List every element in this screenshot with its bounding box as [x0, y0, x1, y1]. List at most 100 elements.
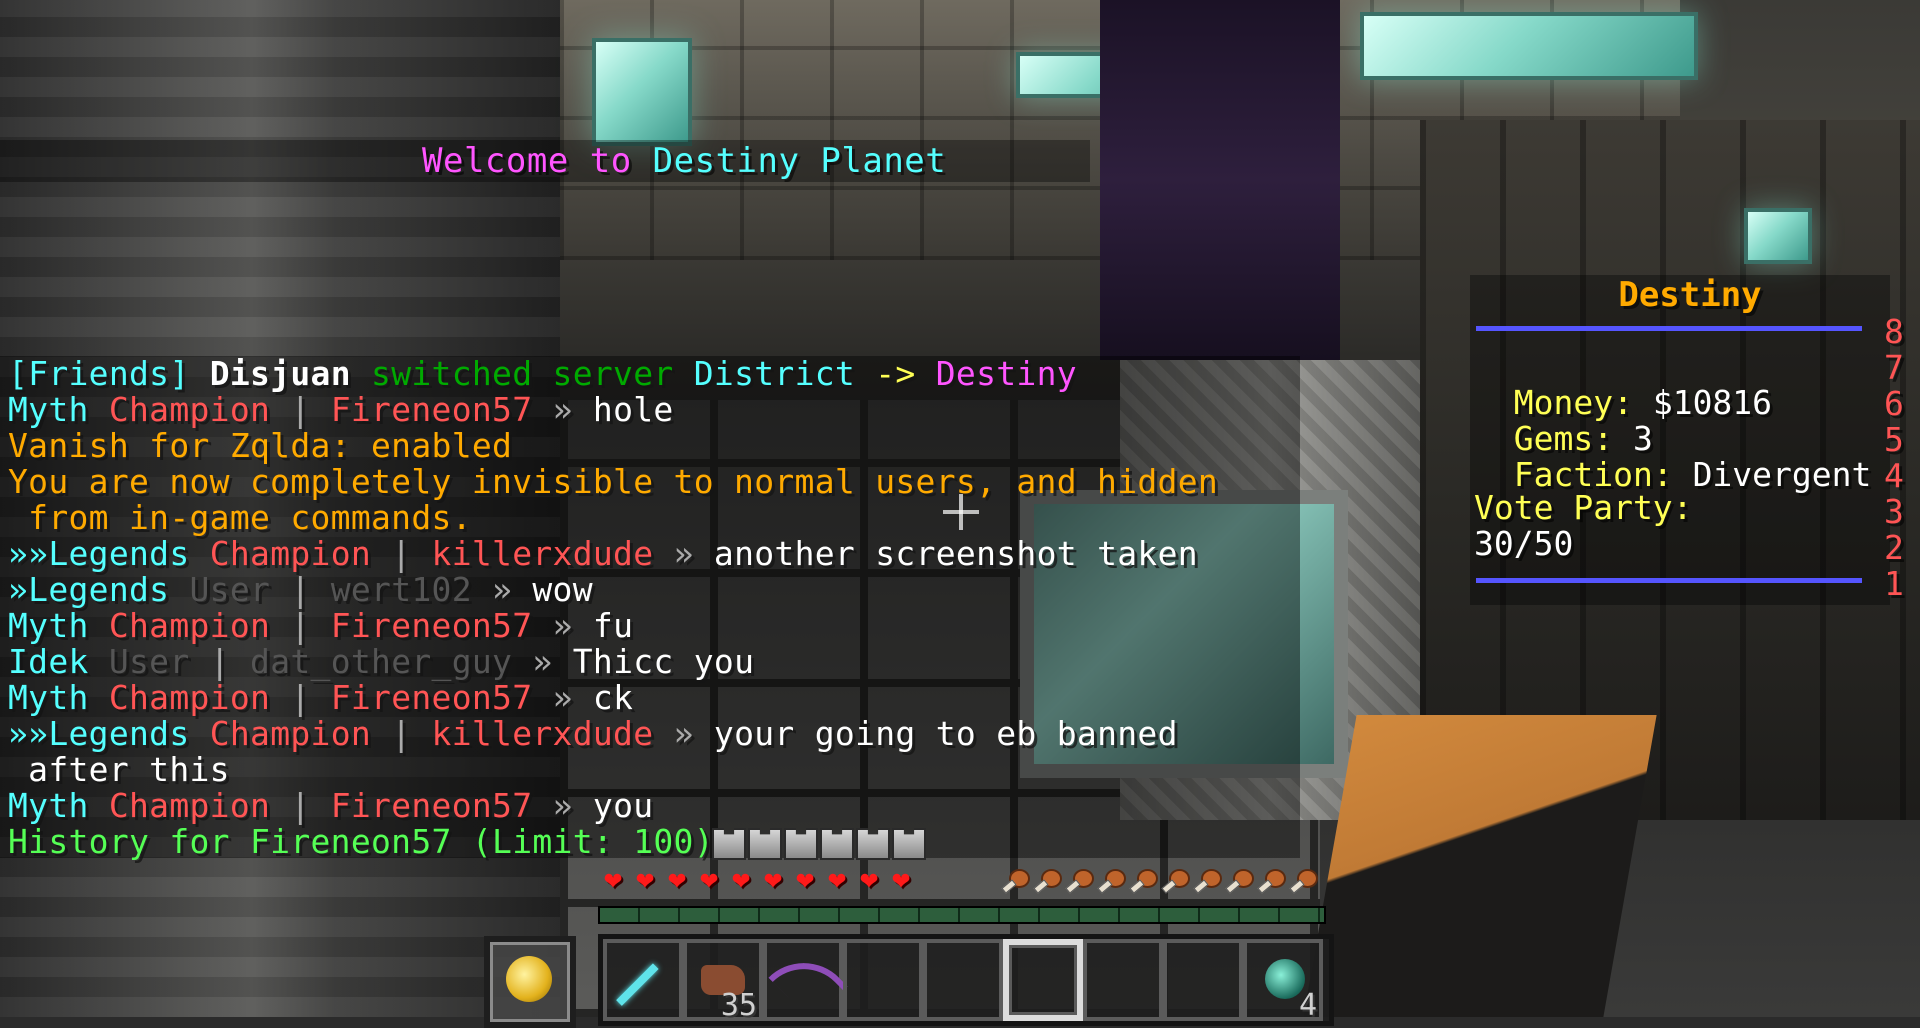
chat-segment: »	[552, 606, 593, 645]
heart-icon: ❤	[763, 862, 783, 897]
chat-segment: |	[290, 570, 331, 609]
faction-line: Faction: Divergent	[1474, 416, 1872, 494]
vote-party-label: Vote Party:	[1474, 488, 1693, 527]
hotbar-slot-1[interactable]	[603, 939, 683, 1021]
chat-segment: killerxdude	[431, 714, 674, 753]
chat-segment: Champion	[209, 534, 392, 573]
scoreboard-title: Destiny	[1618, 275, 1762, 315]
chat-segment: ->	[855, 354, 936, 393]
chat-message: Myth Champion | Fireneon57 » hole	[8, 392, 674, 428]
sea-lantern	[1360, 12, 1698, 80]
armor-icon	[784, 828, 818, 860]
vote-party-value: 30/50	[1474, 524, 1574, 563]
chat-segment: |	[290, 390, 331, 429]
chat-message: You are now completely invisible to norm…	[8, 464, 1218, 500]
chat-panel[interactable]: [Friends] Disjuan switched server Distri…	[0, 356, 1300, 860]
drumstick-icon	[1192, 866, 1222, 894]
chat-segment: ck	[592, 678, 634, 717]
scoreboard-line-number: 5	[1884, 420, 1904, 459]
chat-segment: »	[532, 642, 573, 681]
chat-segment: Champion	[108, 678, 291, 717]
drumstick-icon	[1000, 866, 1030, 894]
heart-icon: ❤	[731, 862, 751, 897]
offhand-slot[interactable]	[484, 936, 576, 1028]
chat-segment: |	[209, 642, 251, 681]
chat-segment: District	[693, 354, 856, 393]
hotbar-slot-9[interactable]: 4	[1243, 939, 1323, 1023]
armor-icon	[856, 828, 890, 860]
chat-segment: You are now completely invisible to norm…	[8, 462, 1219, 501]
chat-message: after this	[8, 752, 230, 788]
hotbar-slot-7[interactable]	[1083, 939, 1163, 1021]
armor-icon	[820, 828, 854, 860]
welcome-title: Welcome to Destiny Planet	[422, 141, 946, 181]
hotbar-slot-3[interactable]	[763, 939, 848, 1022]
chat-segment: Champion	[108, 606, 291, 645]
chat-segment: Fireneon57	[330, 390, 553, 429]
chat-segment: |	[290, 678, 331, 717]
experience-bar-fill	[600, 908, 1324, 922]
chat-message: »»Legends Champion | killerxdude » your …	[8, 716, 1178, 752]
scoreboard-separator	[1476, 578, 1862, 583]
chat-message: Myth Champion | Fireneon57 » ck	[8, 680, 633, 716]
hunger-bar	[1000, 866, 1318, 894]
sea-lantern	[592, 38, 692, 146]
chat-segment: »	[552, 786, 593, 825]
drumstick-icon	[1224, 866, 1254, 894]
scoreboard-line-number: 3	[1884, 492, 1904, 531]
heart-icon: ❤	[699, 862, 719, 897]
drumstick-icon	[1128, 866, 1158, 894]
armor-bar	[712, 828, 926, 860]
welcome-server-name: Destiny Planet	[652, 141, 947, 181]
chat-segment: wert102	[330, 570, 493, 609]
chat-segment: »Legends	[8, 570, 190, 609]
chat-segment: switched server	[350, 354, 694, 393]
chat-message: [Friends] Disjuan switched server Distri…	[8, 356, 1077, 392]
chat-segment: |	[391, 714, 432, 753]
chat-segment: Idek	[8, 642, 109, 681]
chat-segment: you	[592, 786, 654, 825]
crosshair-icon	[959, 494, 963, 530]
scoreboard-line-number: 2	[1884, 528, 1904, 567]
chat-segment: [Friends]	[8, 354, 210, 393]
chat-segment: »	[552, 678, 593, 717]
heart-icon: ❤	[827, 862, 847, 897]
chat-segment: Myth	[8, 678, 109, 717]
chat-segment: wow	[532, 570, 593, 609]
heart-icon: ❤	[635, 862, 655, 897]
armor-icon	[748, 828, 782, 860]
chat-segment: Champion	[108, 786, 291, 825]
chat-segment: from in-game commands.	[8, 498, 472, 537]
scoreboard-line-number: 1	[1884, 564, 1904, 603]
hotbar-slot-2[interactable]: 35	[683, 939, 763, 1023]
item-count: 4	[1298, 988, 1317, 1023]
item-count: 35	[720, 988, 757, 1023]
hotbar-slot-8[interactable]	[1163, 939, 1243, 1021]
welcome-prefix: Welcome to	[422, 141, 653, 181]
chat-segment: Myth	[8, 606, 109, 645]
chat-message: Myth Champion | Fireneon57 » fu	[8, 608, 633, 644]
chat-message: »Legends User | wert102 » wow	[8, 572, 593, 608]
hotbar-slot-6[interactable]	[1003, 939, 1083, 1021]
scoreboard-separator	[1476, 326, 1862, 331]
chat-segment: after this	[8, 750, 230, 789]
drumstick-icon	[1032, 866, 1062, 894]
heart-icon: ❤	[667, 862, 687, 897]
golden-apple-icon	[506, 956, 552, 1002]
chat-segment: »	[673, 714, 714, 753]
hotbar-slot-4[interactable]	[843, 939, 923, 1021]
scoreboard-line-number: 8	[1884, 312, 1904, 351]
scoreboard-line-number: 6	[1884, 384, 1904, 423]
drumstick-icon	[1288, 866, 1318, 894]
chat-segment: User	[189, 570, 291, 609]
chat-message: History for Fireneon57 (Limit: 100):	[8, 824, 734, 860]
hotbar[interactable]: 35 4	[598, 934, 1334, 1026]
drumstick-icon	[1256, 866, 1286, 894]
chat-segment: History for Fireneon57 (Limit: 100):	[8, 822, 735, 861]
chat-segment: Fireneon57	[330, 606, 553, 645]
player-model	[1100, 0, 1340, 360]
hotbar-slot-5[interactable]	[923, 939, 1003, 1021]
chat-segment: Disjuan	[209, 354, 351, 393]
chat-message: Idek User | dat_other_guy » Thicc you	[8, 644, 754, 680]
faction-value: Divergent	[1692, 455, 1872, 494]
